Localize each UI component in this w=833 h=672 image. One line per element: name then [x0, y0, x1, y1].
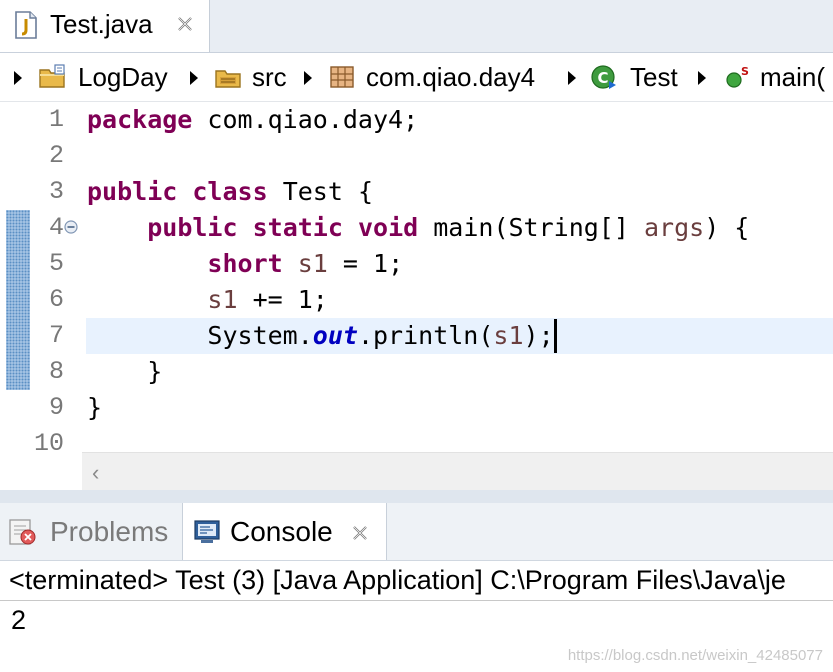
svg-text:S: S: [741, 65, 749, 78]
text-caret: [553, 319, 557, 353]
watermark: https://blog.csdn.net/weixin_42485077: [567, 647, 823, 664]
line-number: 7: [48, 321, 64, 350]
chevron-right-icon: [568, 71, 576, 85]
chevron-right-icon: [698, 71, 706, 85]
editor-corner: [0, 452, 82, 490]
editor-tab-test-java[interactable]: Test.java: [0, 0, 210, 52]
keyword: public: [87, 177, 178, 206]
keyword: public: [147, 213, 238, 242]
code-text: .println(: [357, 321, 494, 350]
local-variable: s1: [493, 321, 524, 350]
chevron-right-icon: [304, 71, 312, 85]
horizontal-scrollbar[interactable]: ‹: [82, 452, 833, 491]
code-text-area[interactable]: package com.qiao.day4; public class Test…: [80, 102, 833, 452]
code-text: ) {: [704, 213, 750, 242]
keyword: package: [87, 105, 193, 134]
code-line-4: public static void main(String[] args) {: [87, 210, 749, 246]
local-variable: s1: [297, 249, 328, 278]
console-status-header: <terminated> Test (3) [Java Application]…: [9, 565, 786, 595]
tab-label: Problems: [50, 516, 169, 547]
line-number: 1: [48, 105, 64, 134]
scroll-left-icon[interactable]: ‹: [92, 460, 99, 486]
keyword: static: [252, 213, 343, 242]
code-line-3: public class Test {: [87, 174, 373, 210]
svg-text:C: C: [597, 69, 608, 87]
static-field: out: [312, 321, 358, 350]
close-icon[interactable]: [349, 522, 371, 544]
breadcrumb: LogDay src com.qiao.day4 C Test S main(: [0, 53, 833, 102]
line-number: 5: [48, 249, 64, 278]
static-method-icon: S: [726, 65, 749, 88]
line-number: 2: [48, 141, 64, 170]
code-text: = 1;: [327, 249, 404, 278]
line-number: 8: [48, 357, 64, 386]
code-line-5: short s1 = 1;: [87, 246, 403, 282]
keyword: short: [207, 249, 283, 278]
parameter: args: [643, 213, 705, 242]
code-line-6: s1 += 1;: [87, 282, 328, 318]
console-output-text: 2: [11, 605, 27, 635]
chevron-right-icon: [190, 71, 198, 85]
breadcrumb-label: src: [252, 62, 287, 92]
line-number: 3: [48, 177, 64, 206]
java-file-icon: [15, 11, 37, 39]
code-text: main(String[]: [418, 213, 644, 242]
collapse-icon[interactable]: [64, 220, 78, 234]
line-number: 4: [48, 213, 64, 242]
project-folder-icon: [39, 64, 65, 88]
package-icon: [330, 66, 354, 88]
keyword: void: [357, 213, 419, 242]
code-line-8: }: [87, 357, 163, 386]
chevron-right-icon: [14, 71, 22, 85]
breadcrumb-label: main(: [760, 62, 826, 92]
keyword: class: [192, 177, 268, 206]
code-text: += 1;: [237, 285, 328, 314]
code-line-9: }: [87, 393, 103, 422]
code-text: System.: [207, 321, 313, 350]
console-view[interactable]: <terminated> Test (3) [Java Application]…: [0, 561, 833, 672]
breadcrumb-label: com.qiao.day4: [366, 62, 536, 92]
breadcrumb-label: LogDay: [78, 62, 168, 92]
code-editor[interactable]: 1 2 3 4 5 6 7 8 9 10 package com.qiao.da…: [0, 102, 833, 452]
quick-diff-marker: [6, 210, 30, 390]
code-text: com.qiao.day4;: [192, 105, 419, 134]
source-folder-icon: [215, 70, 241, 88]
console-icon: [194, 520, 220, 543]
line-number: 6: [48, 285, 64, 314]
line-number: 9: [48, 393, 64, 422]
sash-divider[interactable]: [0, 490, 833, 503]
code-text: Test {: [267, 177, 373, 206]
class-icon: C: [591, 65, 616, 89]
breadcrumb-label: Test: [630, 62, 678, 92]
tab-console[interactable]: Console: [182, 503, 387, 560]
editor-tab-label: Test.java: [50, 9, 153, 39]
code-line-7: System.out.println(s1);: [87, 318, 557, 354]
editor-tab-bar: Test.java: [0, 0, 833, 53]
code-text: );: [523, 321, 554, 350]
local-variable: s1: [207, 285, 238, 314]
line-number: 10: [33, 429, 64, 452]
tab-label: Console: [230, 516, 333, 547]
code-line-1: package com.qiao.day4;: [87, 102, 418, 138]
line-number-gutter: 1 2 3 4 5 6 7 8 9 10: [30, 102, 80, 452]
tab-problems[interactable]: Problems: [0, 503, 182, 560]
divider: [0, 600, 833, 601]
close-icon[interactable]: [174, 13, 196, 35]
problems-icon: [9, 519, 36, 545]
view-tab-bar: Problems Console: [0, 503, 833, 561]
